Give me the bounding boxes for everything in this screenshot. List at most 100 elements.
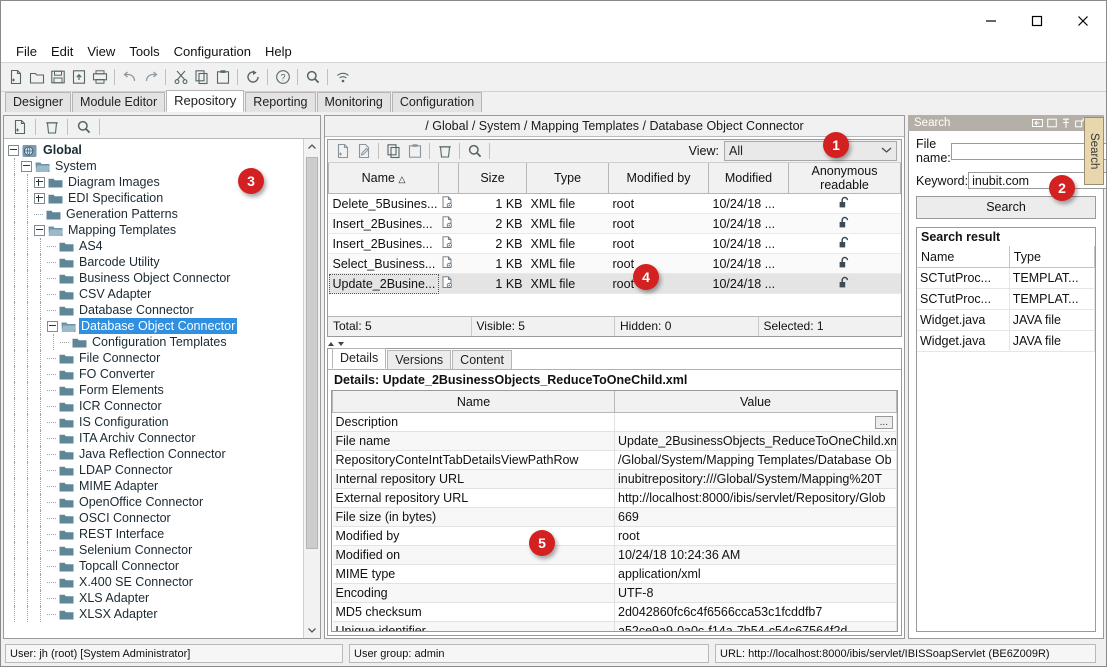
tab-versions[interactable]: Versions — [387, 350, 451, 369]
tree-node[interactable]: AS4 — [4, 238, 304, 254]
tree-node[interactable]: Form Elements — [4, 382, 304, 398]
tree-node[interactable]: Topcall Connector — [4, 558, 304, 574]
maximize-button[interactable] — [1014, 1, 1060, 41]
copy-icon[interactable] — [191, 67, 212, 88]
new-file-icon[interactable] — [332, 141, 353, 162]
tree-node[interactable]: File Connector — [4, 350, 304, 366]
details-column-value[interactable]: Value — [615, 391, 897, 413]
tree-vertical-scrollbar[interactable] — [303, 139, 320, 638]
search-icon[interactable] — [302, 67, 323, 88]
menu-item-help[interactable]: Help — [258, 41, 299, 62]
tree-node[interactable]: XLSX Adapter — [4, 606, 304, 622]
connection-icon[interactable] — [332, 67, 353, 88]
tree-node[interactable]: LDAP Connector — [4, 462, 304, 478]
maximize-icon[interactable] — [1047, 118, 1057, 128]
details-row[interactable]: Unique identifiera52ce9a9-0a0c-f14a-7b54… — [333, 622, 897, 633]
column-header-modified[interactable]: Modified — [709, 163, 789, 194]
tree-node[interactable]: ITA Archiv Connector — [4, 430, 304, 446]
details-row[interactable]: File nameUpdate_2BusinessObjects_ReduceT… — [333, 432, 897, 451]
tree-node[interactable]: ICR Connector — [4, 398, 304, 414]
tree-node[interactable]: Configuration Templates — [4, 334, 304, 350]
details-row[interactable]: RepositoryConteIntTabDetailsViewPathRow/… — [333, 451, 897, 470]
delete-icon[interactable] — [434, 141, 455, 162]
new-file-icon[interactable] — [5, 67, 26, 88]
column-header-modified-by[interactable]: Modified by — [609, 163, 709, 194]
save-as-icon[interactable] — [68, 67, 89, 88]
menu-item-file[interactable]: File — [9, 41, 44, 62]
tree-node[interactable]: Database Connector — [4, 302, 304, 318]
help-icon[interactable]: ? — [272, 67, 293, 88]
close-button[interactable] — [1060, 1, 1106, 41]
tab-configuration[interactable]: Configuration — [392, 92, 482, 112]
scroll-up-icon[interactable] — [304, 139, 320, 155]
tab-monitoring[interactable]: Monitoring — [317, 92, 391, 112]
table-row[interactable]: Delete_5Busines...1 KBXML fileroot10/24/… — [329, 194, 901, 214]
menu-item-tools[interactable]: Tools — [122, 41, 166, 62]
tree-node[interactable]: REST Interface — [4, 526, 304, 542]
description-edit-button[interactable]: ... — [875, 416, 893, 429]
save-icon[interactable] — [47, 67, 68, 88]
tab-designer[interactable]: Designer — [5, 92, 71, 112]
tree-node[interactable]: Database Object Connector — [4, 318, 304, 334]
tree-node[interactable]: Business Object Connector — [4, 270, 304, 286]
print-icon[interactable] — [89, 67, 110, 88]
paste-icon[interactable] — [212, 67, 233, 88]
paste-icon[interactable] — [404, 141, 425, 162]
details-row[interactable]: Modified on10/24/18 10:24:36 AM — [333, 546, 897, 565]
tree-node[interactable]: OpenOffice Connector — [4, 494, 304, 510]
tab-reporting[interactable]: Reporting — [245, 92, 315, 112]
tree-node[interactable]: IS Configuration — [4, 414, 304, 430]
tree-node[interactable]: OSCI Connector — [4, 510, 304, 526]
menu-item-configuration[interactable]: Configuration — [167, 41, 258, 62]
tree-node[interactable]: EDI Specification — [4, 190, 304, 206]
details-row[interactable]: Modified byroot — [333, 527, 897, 546]
search-result-row[interactable]: Widget.javaJAVA file — [917, 310, 1095, 331]
details-row[interactable]: MD5 checksum2d042860fc6c4f6566cca53c1fcd… — [333, 603, 897, 622]
search-result-row[interactable]: SCTutProc...TEMPLAT... — [917, 268, 1095, 289]
search-result-column-name[interactable]: Name — [917, 246, 1009, 268]
tree-node[interactable]: XLS Adapter — [4, 590, 304, 606]
pin-icon[interactable] — [1061, 118, 1071, 129]
search-result-row[interactable]: SCTutProc...TEMPLAT... — [917, 289, 1095, 310]
edit-icon[interactable] — [353, 141, 374, 162]
view-select[interactable]: All — [724, 141, 897, 161]
open-folder-icon[interactable] — [26, 67, 47, 88]
cut-icon[interactable] — [170, 67, 191, 88]
undo-icon[interactable] — [119, 67, 140, 88]
delete-icon[interactable] — [41, 117, 62, 138]
scroll-thumb[interactable] — [306, 157, 318, 549]
tab-module-editor[interactable]: Module Editor — [72, 92, 165, 112]
menu-item-view[interactable]: View — [80, 41, 122, 62]
tab-repository[interactable]: Repository — [166, 90, 244, 112]
details-row[interactable]: External repository URLhttp://localhost:… — [333, 489, 897, 508]
details-row[interactable]: File size (in bytes)669 — [333, 508, 897, 527]
column-header-anonymous-readable[interactable]: Anonymous readable — [789, 163, 901, 194]
tree-node[interactable]: CSV Adapter — [4, 286, 304, 302]
minimize-button[interactable] — [968, 1, 1014, 41]
details-row[interactable]: Internal repository URLinubitrepository:… — [333, 470, 897, 489]
details-row[interactable]: EncodingUTF-8 — [333, 584, 897, 603]
tree-node[interactable]: Selenium Connector — [4, 542, 304, 558]
column-header-name[interactable]: Name △ — [329, 163, 439, 194]
expand-toggle-icon[interactable] — [34, 193, 45, 204]
search-result-row[interactable]: Widget.javaJAVA file — [917, 331, 1095, 352]
restore-dock-icon[interactable] — [1032, 118, 1043, 128]
tree-node[interactable]: X.400 SE Connector — [4, 574, 304, 590]
refresh-icon[interactable] — [242, 67, 263, 88]
column-header-icon[interactable] — [439, 163, 459, 194]
collapse-toggle-icon[interactable] — [8, 145, 19, 156]
table-row[interactable]: Insert_2Busines...2 KBXML fileroot10/24/… — [329, 234, 901, 254]
search-button[interactable]: Search — [916, 196, 1096, 219]
collapse-toggle-icon[interactable] — [21, 161, 32, 172]
table-row[interactable]: Update_2Busine...1 KBXML fileroot10/24/1… — [329, 274, 901, 294]
tree-node[interactable]: MIME Adapter — [4, 478, 304, 494]
details-row[interactable]: MIME typeapplication/xml — [333, 565, 897, 584]
tree-node[interactable]: Mapping Templates — [4, 222, 304, 238]
collapse-toggle-icon[interactable] — [47, 321, 58, 332]
tab-details[interactable]: Details — [332, 348, 386, 369]
search-icon[interactable] — [464, 141, 485, 162]
tree-node[interactable]: Barcode Utility — [4, 254, 304, 270]
table-row[interactable]: Insert_2Busines...2 KBXML fileroot10/24/… — [329, 214, 901, 234]
tree-node[interactable]: Generation Patterns — [4, 206, 304, 222]
redo-icon[interactable] — [140, 67, 161, 88]
